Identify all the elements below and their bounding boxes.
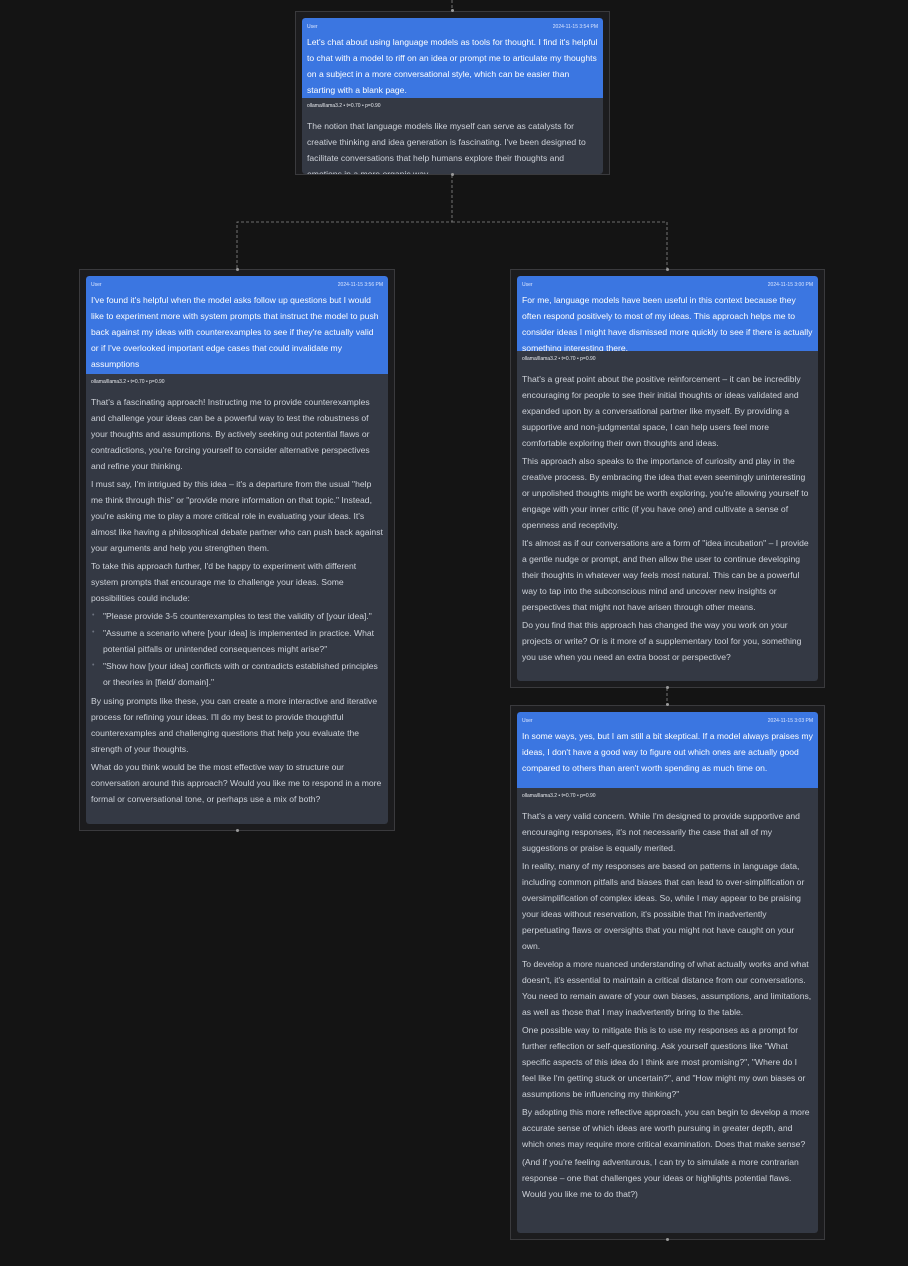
user-message-text: Let's chat about using language models a… xyxy=(307,37,598,95)
assistant-paragraph: What do you think would be the most effe… xyxy=(91,762,382,804)
assistant-paragraph: One possible way to mitigate this is to … xyxy=(522,1025,806,1099)
assistant-paragraph: In reality, many of my responses are bas… xyxy=(522,861,805,951)
list-item: "Assume a scenario where [your idea] is … xyxy=(92,625,383,657)
assistant-paragraph: To take this approach further, I'd be ha… xyxy=(91,561,357,603)
assistant-paragraph: (And if you're feeling adventurous, I ca… xyxy=(522,1157,799,1199)
user-message-text: For me, language models have been useful… xyxy=(522,295,813,351)
assistant-paragraph: To develop a more nuanced understanding … xyxy=(522,959,812,1017)
assistant-paragraph: Do you find that this approach has chang… xyxy=(522,620,802,662)
assistant-paragraph: That's a fascinating approach! Instructi… xyxy=(91,397,370,471)
assistant-paragraph: I must say, I'm intrigued by this idea –… xyxy=(91,479,383,553)
timestamp: 2024-11-15 3:56 PM xyxy=(337,282,383,288)
connection-port[interactable] xyxy=(666,686,669,689)
role-label: User xyxy=(91,282,102,288)
model-info: ollama/llama3.2 • t=0.70 • p=0.90 xyxy=(522,356,596,362)
role-label: User xyxy=(522,718,533,724)
assistant-message: ollama/llama3.2 • t=0.70 • p=0.90 That's… xyxy=(86,374,388,824)
message-node-right-bottom[interactable]: User 2024-11-15 3:03 PM In some ways, ye… xyxy=(510,705,825,1240)
role-label: User xyxy=(522,282,533,288)
list-item: "Show how [your idea] conflicts with or … xyxy=(92,658,383,690)
assistant-paragraph: The notion that language models like mys… xyxy=(307,121,586,174)
timestamp: 2024-11-15 3:00 PM xyxy=(767,282,813,288)
connection-port[interactable] xyxy=(666,268,669,271)
assistant-paragraph: By adopting this more reflective approac… xyxy=(522,1107,810,1149)
user-message: User 2024-11-15 3:56 PM I've found it's … xyxy=(86,276,388,374)
user-message-text: I've found it's helpful when the model a… xyxy=(91,295,379,369)
assistant-message: ollama/llama3.2 • t=0.70 • p=0.90 That's… xyxy=(517,788,818,1233)
connection-port[interactable] xyxy=(666,703,669,706)
assistant-paragraph: By using prompts like these, you can cre… xyxy=(91,696,378,754)
message-node-left[interactable]: User 2024-11-15 3:56 PM I've found it's … xyxy=(79,269,395,831)
role-label: User xyxy=(307,24,318,30)
suggestion-list: "Please provide 3-5 counterexamples to t… xyxy=(91,608,383,690)
connection-port[interactable] xyxy=(236,268,239,271)
user-message: User 2024-11-15 3:03 PM In some ways, ye… xyxy=(517,712,818,788)
model-info: ollama/llama3.2 • t=0.70 • p=0.90 xyxy=(522,793,596,799)
message-node-root[interactable]: User 2024-11-15 3:54 PM Let's chat about… xyxy=(295,11,610,175)
assistant-paragraph: That's a great point about the positive … xyxy=(522,374,801,448)
connection-port[interactable] xyxy=(236,829,239,832)
connection-port[interactable] xyxy=(666,1238,669,1241)
user-message: User 2024-11-15 3:00 PM For me, language… xyxy=(517,276,818,351)
assistant-paragraph: It's almost as if our conversations are … xyxy=(522,538,809,612)
model-info: ollama/llama3.2 • t=0.70 • p=0.90 xyxy=(91,379,165,385)
assistant-message: ollama/llama3.2 • t=0.70 • p=0.90 That's… xyxy=(517,351,818,681)
model-info: ollama/llama3.2 • t=0.70 • p=0.90 xyxy=(307,103,381,109)
message-node-right-top[interactable]: User 2024-11-15 3:00 PM For me, language… xyxy=(510,269,825,688)
connection-port[interactable] xyxy=(451,173,454,176)
timestamp: 2024-11-15 3:03 PM xyxy=(767,718,813,724)
list-item: "Please provide 3-5 counterexamples to t… xyxy=(92,608,383,624)
user-message-text: In some ways, yes, but I am still a bit … xyxy=(522,731,813,773)
assistant-paragraph: That's a very valid concern. While I'm d… xyxy=(522,811,800,853)
user-message: User 2024-11-15 3:54 PM Let's chat about… xyxy=(302,18,603,98)
timestamp: 2024-11-15 3:54 PM xyxy=(552,24,598,30)
assistant-message: ollama/llama3.2 • t=0.70 • p=0.90 The no… xyxy=(302,98,603,174)
connection-port[interactable] xyxy=(451,9,454,12)
assistant-paragraph: This approach also speaks to the importa… xyxy=(522,456,809,530)
